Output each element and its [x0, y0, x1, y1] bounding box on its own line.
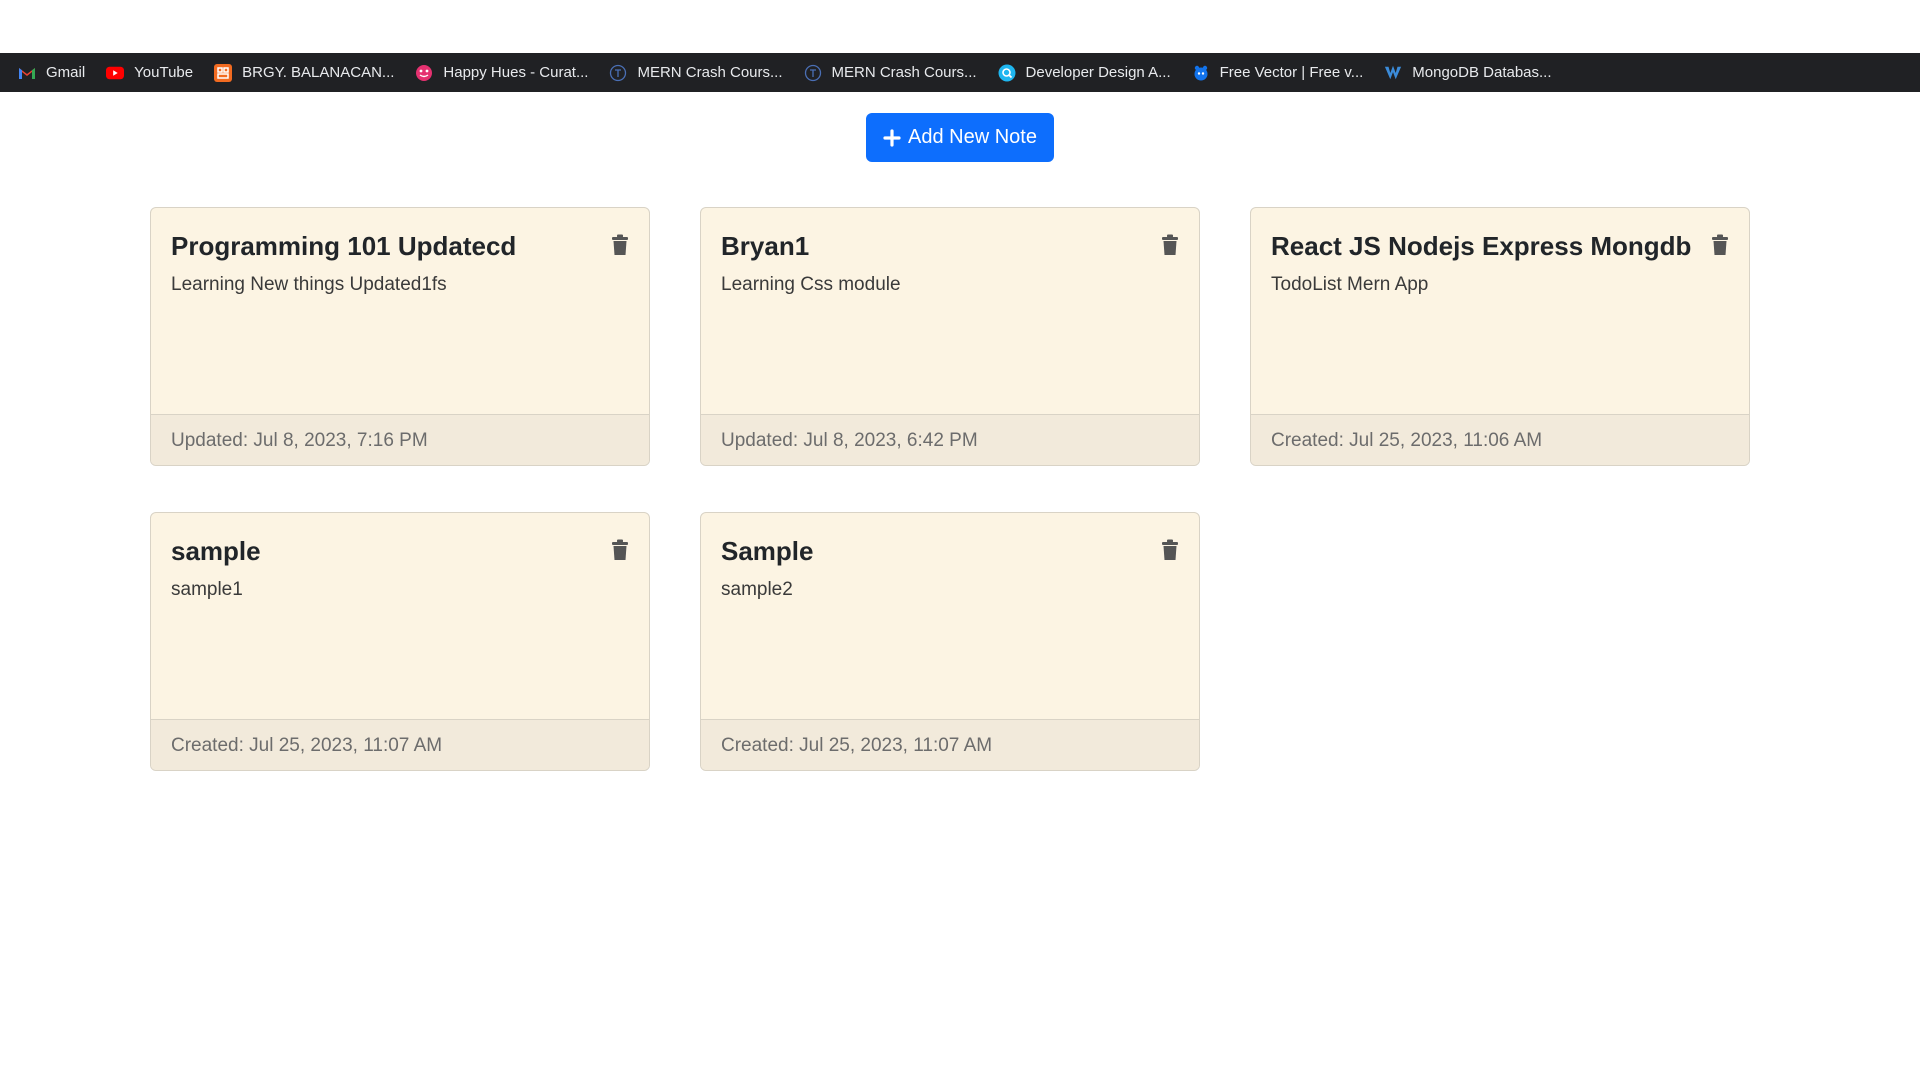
note-text: sample2 [721, 579, 793, 600]
note-card: Programming 101 Updatecd Learning New th… [150, 207, 650, 466]
mern-icon [609, 64, 627, 82]
bookmark-happy-hues[interactable]: Happy Hues - Curat... [415, 64, 588, 82]
bookmarks-bar: Gmail YouTube BRGY. BALANACAN... Happy H… [0, 53, 1920, 92]
bookmark-label: Free Vector | Free v... [1219, 64, 1364, 81]
bookmark-label: MERN Crash Cours... [637, 64, 783, 81]
bookmark-brgy[interactable]: BRGY. BALANACAN... [214, 63, 395, 82]
trash-icon[interactable] [1161, 234, 1179, 256]
bookmark-developer-design[interactable]: Developer Design A... [998, 64, 1171, 82]
add-new-note-button[interactable]: Add New Note [866, 113, 1054, 162]
note-title: Sample [721, 536, 814, 566]
brgy-icon [214, 63, 233, 82]
note-body: Programming 101 Updatecd Learning New th… [151, 208, 649, 414]
bookmark-mongodb[interactable]: MongoDB Databas... [1384, 64, 1552, 82]
note-body: React JS Nodejs Express Mongdb TodoList … [1251, 208, 1749, 414]
developer-design-icon [998, 64, 1016, 82]
mern-icon [804, 64, 822, 82]
trash-icon[interactable] [1711, 234, 1729, 256]
bookmark-label: MongoDB Databas... [1412, 64, 1552, 81]
bookmark-freepik[interactable]: Free Vector | Free v... [1192, 64, 1364, 82]
note-text: TodoList Mern App [1271, 274, 1429, 295]
bookmark-label: YouTube [134, 64, 194, 81]
note-timestamp: Created: Jul 25, 2023, 11:06 AM [1251, 414, 1749, 465]
note-timestamp: Updated: Jul 8, 2023, 7:16 PM [151, 414, 649, 465]
note-timestamp: Created: Jul 25, 2023, 11:07 AM [701, 719, 1199, 770]
bookmark-gmail[interactable]: Gmail [18, 64, 85, 82]
trash-icon[interactable] [1161, 539, 1179, 561]
note-card: React JS Nodejs Express Mongdb TodoList … [1250, 207, 1750, 466]
trash-icon[interactable] [611, 234, 629, 256]
note-timestamp: Updated: Jul 8, 2023, 6:42 PM [701, 414, 1199, 465]
plus-icon [883, 128, 901, 147]
bookmark-label: Developer Design A... [1025, 64, 1171, 81]
browser-top-area [0, 0, 1920, 53]
note-title: Bryan1 [721, 231, 810, 261]
note-body: Sample sample2 [701, 513, 1199, 719]
note-card: Sample sample2 Created: Jul 25, 2023, 11… [700, 512, 1200, 771]
mongodb-icon [1384, 64, 1402, 82]
freepik-icon [1192, 64, 1210, 82]
note-card: sample sample1 Created: Jul 25, 2023, 11… [150, 512, 650, 771]
add-new-note-label: Add New Note [908, 126, 1037, 148]
note-title: sample [171, 536, 261, 566]
note-title: Programming 101 Updatecd [171, 231, 517, 261]
note-body: Bryan1 Learning Css module [701, 208, 1199, 414]
bookmark-label: Gmail [46, 64, 86, 81]
note-timestamp: Created: Jul 25, 2023, 11:07 AM [151, 719, 649, 770]
note-card: Bryan1 Learning Css module Updated: Jul … [700, 207, 1200, 466]
bookmark-label: MERN Crash Cours... [831, 64, 977, 81]
note-text: Learning Css module [721, 274, 901, 295]
note-text: Learning New things Updated1fs [171, 274, 447, 295]
trash-icon[interactable] [611, 539, 629, 561]
happy-hues-icon [415, 64, 433, 82]
bookmark-label: BRGY. BALANACAN... [242, 64, 395, 81]
note-text: sample1 [171, 579, 243, 600]
youtube-icon [106, 64, 125, 82]
gmail-icon [18, 64, 36, 82]
bookmark-mern-2[interactable]: MERN Crash Cours... [804, 64, 977, 82]
bookmark-label: Happy Hues - Curat... [443, 64, 589, 81]
bookmark-mern-1[interactable]: MERN Crash Cours... [609, 64, 783, 82]
note-title: React JS Nodejs Express Mongdb [1271, 231, 1692, 261]
bookmark-youtube[interactable]: YouTube [106, 64, 193, 82]
note-body: sample sample1 [151, 513, 649, 719]
